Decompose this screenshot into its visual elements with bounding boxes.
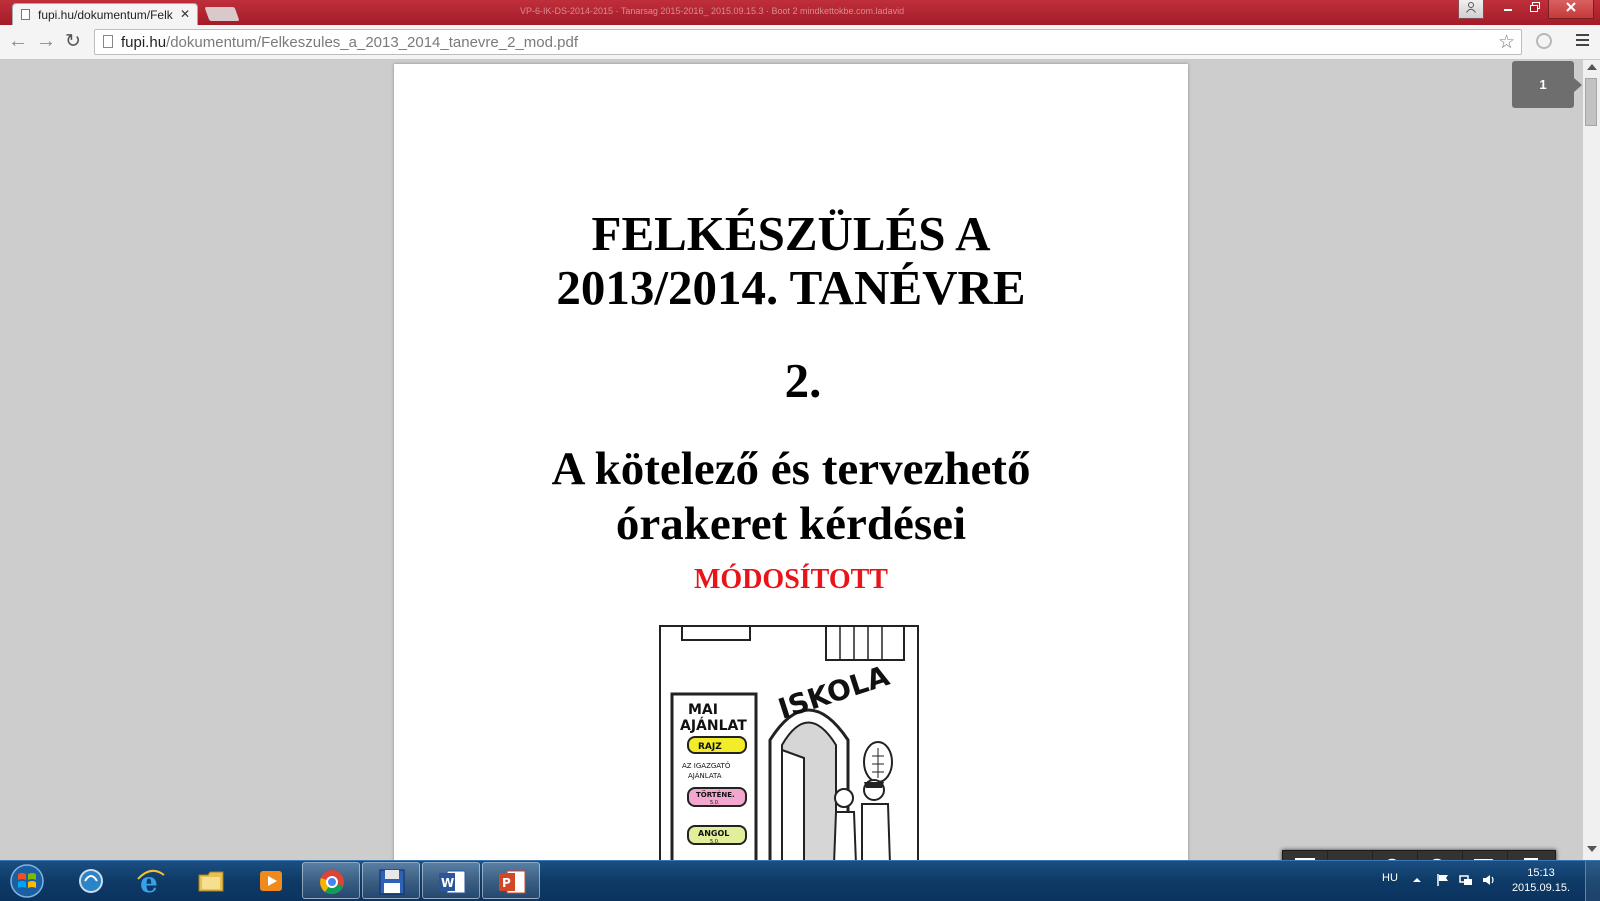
volume-icon[interactable] — [1482, 873, 1496, 887]
restore-icon — [1530, 2, 1540, 12]
scroll-up-arrow-icon[interactable] — [1587, 64, 1597, 70]
media-player-icon — [260, 871, 282, 891]
document-subtitle: A kötelező és tervezhető órakeret kérdés… — [551, 443, 1031, 550]
svg-text:P: P — [502, 876, 511, 890]
taskbar-app-file-explorer[interactable] — [182, 862, 240, 899]
board-title-2: AJÁNLAT — [680, 717, 747, 734]
folder-icon — [198, 871, 224, 892]
board-title-1: MAI — [688, 702, 718, 718]
board-item-rajz: RAJZ — [698, 742, 722, 752]
taskbar-app-save-tool[interactable] — [362, 862, 420, 899]
document-title: FELKÉSZÜLÉS A 2013/2014. TANÉVRE — [556, 206, 1026, 315]
user-profile-button[interactable] — [1458, 0, 1484, 19]
reload-icon[interactable]: ↻ — [65, 30, 81, 53]
show-desktop-button[interactable] — [1585, 861, 1600, 901]
bookmark-star-icon[interactable]: ☆ — [1498, 31, 1515, 54]
action-center-flag-icon[interactable] — [1436, 873, 1450, 887]
network-icon[interactable] — [1459, 873, 1473, 887]
page-number-indicator: 1 — [1512, 61, 1582, 108]
taskbar-app-media-player[interactable] — [242, 862, 300, 899]
board-item-tortenelem: TÖRTÉNE. — [696, 790, 735, 799]
menu-icon[interactable] — [1576, 34, 1589, 46]
taskbar-app-browser-blue[interactable] — [62, 862, 120, 899]
window-titlebar: VP-6-IK-DS-2014-2015 · Tanarsag 2015-201… — [0, 0, 1600, 25]
document-number: 2. — [784, 353, 822, 408]
extension-icon[interactable] — [1536, 33, 1552, 49]
restore-button[interactable] — [1522, 0, 1548, 19]
user-icon — [1466, 2, 1476, 13]
board-item-igazgato: AZ IGAZGATÓ — [682, 761, 731, 770]
start-button[interactable] — [4, 862, 50, 900]
address-bar[interactable]: fupi.hu/dokumentum/Felkeszules_a_2013_20… — [94, 29, 1522, 55]
vertical-scrollbar[interactable] — [1583, 60, 1600, 860]
browser-toolbar: ← → ↻ fupi.hu/dokumentum/Felkeszules_a_2… — [0, 25, 1600, 60]
page-favicon-icon — [21, 9, 30, 20]
show-hidden-icons-icon[interactable] — [1412, 875, 1422, 885]
svg-text:W: W — [441, 876, 454, 890]
clock-date: 2015.09.15. — [1511, 882, 1571, 894]
tab-pdf-document[interactable]: fupi.hu/dokumentum/Felk ✕ — [12, 3, 198, 25]
close-window-button[interactable] — [1548, 0, 1594, 19]
language-indicator[interactable]: HU — [1382, 872, 1398, 884]
scrollbar-thumb[interactable] — [1585, 78, 1597, 126]
titlebar-caption: VP-6-IK-DS-2014-2015 · Tanarsag 2015-201… — [520, 6, 905, 16]
windows-taskbar: e W P HU 15:13 2015.09.15. — [0, 860, 1600, 901]
floppy-disk-icon — [379, 869, 405, 895]
chrome-icon — [320, 870, 344, 895]
back-arrow-icon[interactable]: ← — [8, 30, 28, 53]
pdf-page: FELKÉSZÜLÉS A 2013/2014. TANÉVRE 2. A kö… — [394, 64, 1188, 864]
internet-explorer-icon: e — [137, 867, 165, 895]
clock-time: 15:13 — [1527, 867, 1555, 879]
blue-globe-icon — [79, 869, 103, 893]
taskbar-app-internet-explorer[interactable]: e — [122, 862, 180, 899]
board-item-tortenelem-note: 5.0. — [710, 800, 720, 806]
powerpoint-icon: P — [499, 870, 526, 894]
taskbar-app-powerpoint[interactable]: P — [482, 862, 540, 899]
word-icon: W — [439, 870, 466, 894]
board-item-angol: ANGOL — [698, 829, 729, 838]
system-clock[interactable]: 15:13 2015.09.15. — [1508, 866, 1574, 896]
pdf-viewer[interactable]: FELKÉSZÜLÉS A 2013/2014. TANÉVRE 2. A kö… — [0, 60, 1600, 890]
board-item-ajanlata: AJÁNLATA — [688, 771, 722, 780]
forward-arrow-icon[interactable]: → — [36, 30, 56, 53]
taskbar-app-chrome[interactable] — [302, 862, 360, 899]
minimize-button[interactable] — [1494, 0, 1522, 19]
board-item-angol-note: 5.0. — [710, 839, 720, 845]
taskbar-app-word[interactable]: W — [422, 862, 480, 899]
new-tab-button[interactable] — [204, 7, 240, 21]
tab-title: fupi.hu/dokumentum/Felk — [38, 8, 173, 22]
scroll-down-arrow-icon[interactable] — [1587, 846, 1597, 852]
close-icon — [1566, 2, 1576, 12]
school-cartoon-image: ISKOLA MAI AJÁNLAT RAJZ AZ IGAZGATÓ AJÁN… — [658, 590, 922, 864]
page-icon — [103, 35, 113, 48]
minimize-icon — [1504, 9, 1512, 11]
tab-close-icon[interactable]: ✕ — [180, 7, 190, 21]
url-text: fupi.hu/dokumentum/Felkeszules_a_2013_20… — [121, 34, 578, 51]
